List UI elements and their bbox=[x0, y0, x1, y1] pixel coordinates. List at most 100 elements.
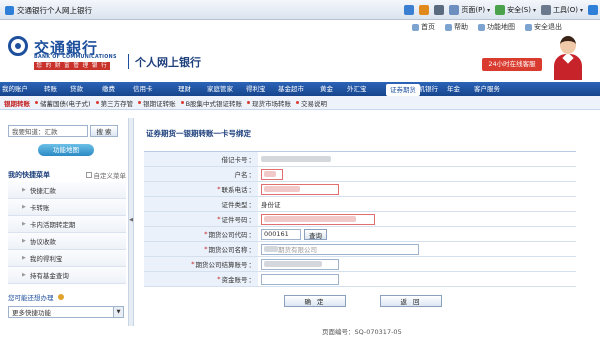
form-label-text: 期货公司代码 bbox=[208, 231, 248, 239]
form-value bbox=[258, 212, 576, 226]
browser-tool-4[interactable]: 安全(S) ▾ bbox=[495, 5, 536, 15]
top-link-2[interactable]: 功能地图 bbox=[478, 22, 515, 32]
search-button[interactable]: 搜 索 bbox=[90, 125, 118, 137]
quick-menu-item[interactable]: ▶ 协议收款 bbox=[8, 233, 126, 250]
more-functions-value: 更多快捷功能 bbox=[12, 309, 51, 317]
main-nav-item-6[interactable]: 家庭管家 bbox=[207, 82, 233, 96]
top-link-1[interactable]: 帮助 bbox=[445, 22, 468, 32]
form-value bbox=[258, 167, 576, 181]
feeds-icon bbox=[419, 5, 430, 15]
form-label-colon: ： bbox=[248, 261, 256, 269]
sub-nav-item-2[interactable]: 第三方存管 bbox=[95, 98, 134, 108]
page-icon bbox=[449, 5, 460, 15]
query-button[interactable]: 查询 bbox=[304, 228, 327, 240]
bullet-icon bbox=[247, 101, 251, 104]
browser-tool-3[interactable]: 页面(P) ▾ bbox=[449, 5, 490, 15]
form-label: 借记卡号： bbox=[144, 152, 258, 166]
confirm-button[interactable]: 确 定 bbox=[284, 295, 346, 307]
suggestion-icon bbox=[57, 294, 64, 300]
futures-company-input[interactable]: 期货有限公司 bbox=[261, 243, 419, 255]
collapse-arrow-icon[interactable]: ◀ bbox=[129, 210, 133, 230]
form-input[interactable] bbox=[261, 168, 283, 180]
main-nav-item-12[interactable]: 手机银行 bbox=[412, 82, 438, 96]
customer-service-avatar bbox=[550, 32, 586, 80]
logout-icon bbox=[525, 23, 532, 31]
form-row: * 证件号码： bbox=[144, 212, 576, 227]
home-icon bbox=[412, 23, 419, 31]
sub-nav-label: 第三方存管 bbox=[100, 99, 134, 108]
main-nav-item-5[interactable]: 理财 bbox=[178, 82, 191, 96]
quick-menu-title: 我的快捷菜单 bbox=[8, 171, 50, 179]
main-nav-item-3[interactable]: 缴费 bbox=[102, 82, 115, 96]
fund-account-input[interactable] bbox=[261, 273, 339, 285]
sidebar-collapse-bar[interactable]: ◀ bbox=[128, 118, 134, 326]
main-nav-item-4[interactable]: 信用卡 bbox=[133, 82, 153, 96]
browser-tool-0[interactable] bbox=[404, 5, 415, 15]
main-nav-item-13[interactable]: 年金 bbox=[447, 82, 460, 96]
custom-menu-link[interactable]: 自定义菜单 bbox=[85, 170, 126, 180]
customize-icon bbox=[85, 172, 92, 178]
ie-favicon-icon bbox=[5, 5, 14, 15]
form-value: 期货有限公司 bbox=[258, 242, 576, 256]
main-nav-item-2[interactable]: 贷款 bbox=[70, 82, 83, 96]
browser-tool-1[interactable] bbox=[419, 5, 430, 15]
form-label-text: 资金账号 bbox=[221, 276, 248, 284]
search-input[interactable] bbox=[8, 125, 88, 137]
browser-tool-2[interactable] bbox=[434, 5, 445, 15]
bank-header: 交通銀行 BANK OF COMMUNICATIONS 您 的 财 富 管 理 … bbox=[0, 20, 600, 82]
quick-menu-item[interactable]: ▶ 持有基金查询 bbox=[8, 267, 126, 284]
top-link-0[interactable]: 首页 bbox=[412, 22, 435, 32]
sub-nav-item-5[interactable]: 现货市场转账 bbox=[247, 98, 291, 108]
function-map-button[interactable]: 功能地图 bbox=[38, 144, 94, 156]
sub-nav-item-6[interactable]: 交易说明 bbox=[296, 98, 327, 108]
main-nav-item-8[interactable]: 基金超市 bbox=[278, 82, 304, 96]
sub-nav-label: 银期转账 bbox=[4, 99, 30, 108]
form-input[interactable] bbox=[261, 183, 339, 195]
chevron-down-icon: ▾ bbox=[579, 6, 583, 14]
bank-logo-icon bbox=[8, 36, 28, 56]
form-label-colon: ： bbox=[248, 276, 256, 284]
tools-icon bbox=[541, 5, 551, 15]
main-nav-item-0[interactable]: 我的账户 bbox=[2, 82, 28, 96]
quick-menu-item[interactable]: ▶ 卡内活期转定期 bbox=[8, 216, 126, 233]
required-mark: * bbox=[204, 245, 208, 253]
quick-menu-item[interactable]: ▶ 我的得利宝 bbox=[8, 250, 126, 267]
main-nav-item-14[interactable]: 客户服务 bbox=[474, 82, 500, 96]
sub-nav-item-1[interactable]: 储蓄国债(电子式) bbox=[35, 98, 91, 108]
main-nav-item-7[interactable]: 得利宝 bbox=[246, 82, 266, 96]
main-nav-item-10[interactable]: 外汇宝 bbox=[347, 82, 367, 96]
quick-menu-item[interactable]: ▶ 卡转账 bbox=[8, 199, 126, 216]
form-input[interactable] bbox=[261, 213, 375, 225]
main-nav-item-1[interactable]: 转账 bbox=[44, 82, 57, 96]
sub-nav-item-4[interactable]: B股集中式银证转账 bbox=[180, 98, 242, 108]
browser-tool-6[interactable] bbox=[588, 5, 598, 15]
top-link-label: 帮助 bbox=[454, 23, 468, 31]
chevron-down-icon: ▾ bbox=[532, 6, 536, 14]
page-title: 证券期货一银期转账一卡号绑定 bbox=[146, 129, 251, 138]
form-row: * 期货公司代码： 000161 查询 bbox=[144, 227, 576, 242]
sub-nav-label: 交易说明 bbox=[301, 99, 328, 108]
quick-menu-item[interactable]: ▶ 快捷汇款 bbox=[8, 182, 126, 199]
form-label-colon: ： bbox=[248, 246, 256, 254]
form-label-text: 户名 bbox=[234, 171, 248, 179]
online-service-badge[interactable]: 24小时在线客服 bbox=[482, 58, 542, 71]
form-label: 证件类型： bbox=[144, 197, 258, 211]
sub-nav-item-3[interactable]: 银期证转账 bbox=[138, 98, 176, 108]
chevron-right-icon: ▶ bbox=[22, 255, 26, 261]
bullet-icon bbox=[296, 101, 300, 104]
browser-tool-5[interactable]: 工具(O) ▾ bbox=[541, 5, 583, 15]
browser-tab[interactable]: 交通银行个人网上银行 bbox=[2, 2, 112, 18]
back-button[interactable]: 返 回 bbox=[380, 295, 442, 307]
required-mark: * bbox=[217, 275, 221, 283]
top-link-3[interactable]: 安全退出 bbox=[525, 22, 562, 32]
main-nav-item-9[interactable]: 黄金 bbox=[320, 82, 333, 96]
more-functions-select[interactable]: 更多快捷功能 ▼ bbox=[8, 306, 124, 318]
form-actions: 确 定 返 回 bbox=[284, 295, 442, 307]
form-label-colon: ： bbox=[248, 186, 256, 194]
sub-nav-item-0[interactable]: 银期转账 bbox=[4, 98, 30, 108]
settlement-account-input[interactable] bbox=[261, 258, 339, 270]
form-row: 户名： bbox=[144, 167, 576, 182]
page-code: 页面编号：SQ-070317-05 bbox=[322, 328, 402, 336]
form-row: 证件类型：身份证 bbox=[144, 197, 576, 212]
futures-code-input[interactable]: 000161 bbox=[261, 228, 301, 240]
